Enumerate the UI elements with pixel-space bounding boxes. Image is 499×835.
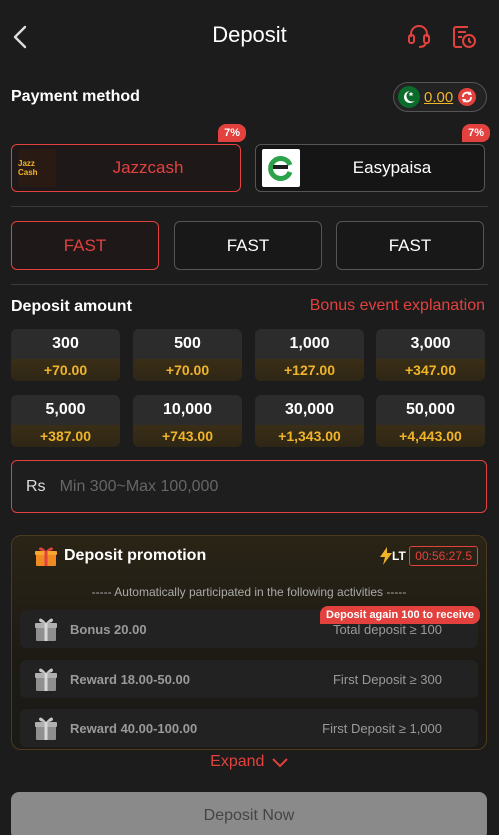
divider xyxy=(11,206,488,207)
amount-option[interactable]: 1,000 +127.00 xyxy=(255,329,364,381)
amount-bonus: +127.00 xyxy=(255,359,364,381)
amount-bonus: +70.00 xyxy=(11,359,120,381)
expand-label: Expand xyxy=(210,753,265,770)
amount-option[interactable]: 300 +70.00 xyxy=(11,329,120,381)
payment-option-label: Jazzcash xyxy=(112,158,184,177)
amount-bonus: +347.00 xyxy=(376,359,485,381)
amount-value: 30,000 xyxy=(285,401,334,418)
channel-button-3[interactable]: FAST xyxy=(336,221,484,270)
customer-service-icon[interactable] xyxy=(405,22,433,50)
currency-label: Rs xyxy=(26,477,46,495)
expand-button[interactable]: Expand xyxy=(0,753,499,771)
activity-condition: First Deposit ≥ 300 xyxy=(332,671,442,687)
lt-badge: LT xyxy=(380,545,410,567)
amount-input[interactable] xyxy=(59,477,486,496)
activity-name: Reward 18.00-50.00 xyxy=(70,671,190,687)
promotion-timer: 00:56:27.5 xyxy=(409,546,478,566)
amount-value: 5,000 xyxy=(45,401,86,418)
payment-option-label: Easypaisa xyxy=(352,158,432,177)
activity-item: Reward 18.00-50.00 First Deposit ≥ 300 xyxy=(20,660,478,698)
receive-tip-badge: Deposit again 100 to receive xyxy=(320,606,480,624)
gift-icon xyxy=(35,668,57,691)
gift-icon xyxy=(35,547,57,566)
amount-value: 1,000 xyxy=(289,335,330,352)
amount-value: 50,000 xyxy=(406,401,455,418)
payment-option-easypaisa[interactable]: Easypaisa 7% xyxy=(255,124,490,192)
promotion-title: Deposit promotion xyxy=(64,547,207,564)
easypaisa-logo-icon xyxy=(262,149,300,187)
balance-amount: 0.00 xyxy=(424,88,454,106)
bonus-event-link[interactable]: Bonus event explanation xyxy=(310,297,485,315)
balance-widget: 0.00 xyxy=(393,82,487,112)
pakistan-flag-icon xyxy=(398,86,420,108)
payment-method-label: Payment method xyxy=(11,88,140,105)
deposit-history-icon[interactable] xyxy=(450,22,478,50)
activity-item: Reward 40.00-100.00 First Deposit ≥ 1,00… xyxy=(20,709,478,747)
divider xyxy=(11,284,488,285)
channel-button-1[interactable]: FAST xyxy=(11,221,159,270)
amount-value: 300 xyxy=(52,335,79,352)
payment-option-jazzcash[interactable]: Jazz Cash Jazzcash 7% xyxy=(11,124,246,192)
amount-bonus: +387.00 xyxy=(11,425,120,447)
amount-field: Rs xyxy=(11,460,487,513)
lightning-icon xyxy=(380,547,392,565)
gift-icon xyxy=(35,618,57,641)
amount-bonus: +743.00 xyxy=(133,425,242,447)
amount-bonus: +70.00 xyxy=(133,359,242,381)
deposit-promotion-panel: Deposit promotion LT 00:56:27.5 ----- Au… xyxy=(11,535,487,750)
deposit-amount-label: Deposit amount xyxy=(11,298,132,315)
activity-name: Reward 40.00-100.00 xyxy=(70,720,198,736)
amount-value: 500 xyxy=(174,335,201,352)
top-bar: Deposit xyxy=(0,0,499,72)
amount-option[interactable]: 5,000 +387.00 xyxy=(11,395,120,447)
jazzcash-logo: Jazz Cash xyxy=(18,149,56,187)
chevron-down-icon xyxy=(272,758,288,768)
deposit-now-button[interactable]: Deposit Now xyxy=(11,792,487,835)
activity-name: Bonus 20.00 xyxy=(70,621,147,637)
rate-badge: 7% xyxy=(462,124,490,142)
amount-option[interactable]: 3,000 +347.00 xyxy=(376,329,485,381)
amount-option[interactable]: 50,000 +4,443.00 xyxy=(376,395,485,447)
amount-option[interactable]: 30,000 +1,343.00 xyxy=(255,395,364,447)
amount-bonus: +1,343.00 xyxy=(255,425,364,447)
activity-condition: First Deposit ≥ 1,000 xyxy=(322,720,442,736)
amount-option[interactable]: 500 +70.00 xyxy=(133,329,242,381)
amount-bonus: +4,443.00 xyxy=(376,425,485,447)
refresh-icon[interactable] xyxy=(457,87,477,107)
gift-icon xyxy=(35,717,57,740)
channel-button-2[interactable]: FAST xyxy=(174,221,322,270)
amount-value: 10,000 xyxy=(163,401,212,418)
rate-badge: 7% xyxy=(218,124,246,142)
auto-participate-text: ----- Automatically participated in the … xyxy=(91,585,407,599)
amount-option[interactable]: 10,000 +743.00 xyxy=(133,395,242,447)
amount-value: 3,000 xyxy=(410,335,451,352)
